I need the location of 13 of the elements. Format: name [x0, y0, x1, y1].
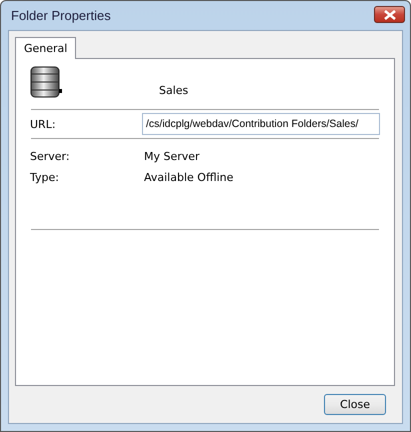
property-value: My Server: [144, 150, 200, 163]
property-label: Server:: [30, 150, 71, 163]
close-button[interactable]: [374, 6, 405, 23]
folder-name: Sales: [159, 84, 188, 97]
close-button[interactable]: Close: [324, 394, 386, 415]
tab[interactable]: General: [15, 37, 76, 59]
url-field[interactable]: /cs/idcplg/webdav/Contribution Folders/Sales/: [142, 113, 380, 135]
property-label: Type:: [30, 171, 60, 184]
property-value: Available Offline: [144, 171, 234, 184]
close-icon: [382, 10, 396, 20]
database-icon: [30, 65, 62, 99]
url-label: URL:: [30, 118, 57, 130]
window-title: Folder Properties: [11, 8, 111, 23]
